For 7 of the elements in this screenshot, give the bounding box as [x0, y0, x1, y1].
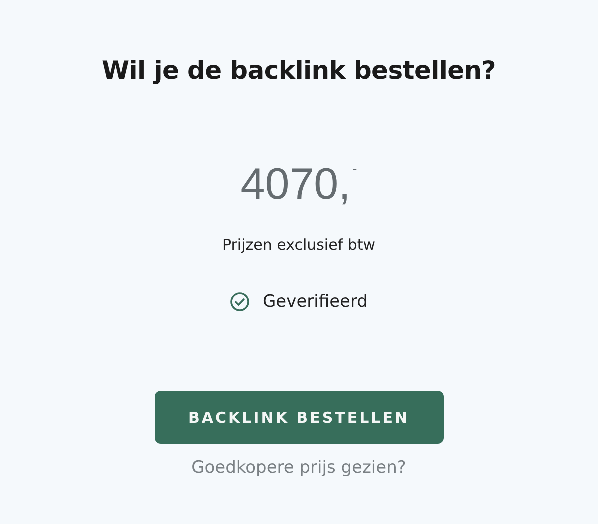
price-cents: -: [352, 163, 358, 175]
price: 4070,: [240, 163, 351, 207]
price-note: Prijzen exclusief btw: [222, 236, 376, 254]
verified-label: Geverifieerd: [263, 292, 368, 312]
heading: Wil je de backlink bestellen?: [102, 56, 496, 85]
order-button[interactable]: BACKLINK BESTELLEN: [154, 391, 444, 444]
cheaper-price-link[interactable]: Goedkopere prijs gezien?: [192, 458, 406, 478]
